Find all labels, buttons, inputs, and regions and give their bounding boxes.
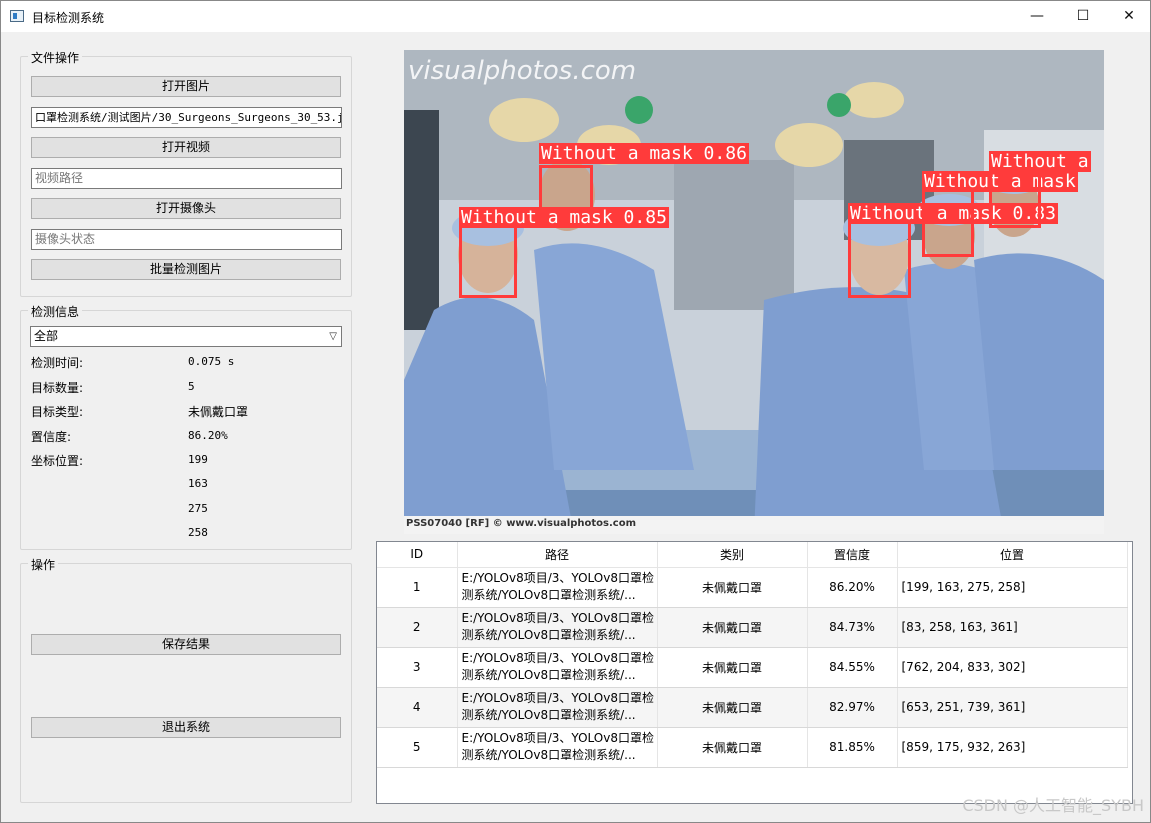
cell-path-line2: 测系统/YOLOv8口罩检测系统/... [461, 668, 636, 682]
detection-label: Without a mask 0.85 [459, 207, 669, 228]
cell-path-line2: 测系统/YOLOv8口罩检测系统/... [461, 628, 636, 642]
header-path[interactable]: 路径 [457, 542, 658, 568]
exit-button[interactable]: 退出系统 [31, 717, 341, 738]
title-bar: 目标检测系统 — ☐ ✕ [1, 1, 1150, 32]
cell-path-line2: 测系统/YOLOv8口罩检测系统/... [461, 748, 636, 762]
cell-position: [199, 163, 275, 258] [897, 567, 1128, 608]
pos-ymax: 258 [188, 526, 208, 539]
cell-id: 1 [377, 567, 458, 608]
save-result-button[interactable]: 保存结果 [31, 634, 341, 655]
maximize-button[interactable]: ☐ [1060, 1, 1106, 32]
cell-class: 未佩戴口罩 [657, 727, 808, 768]
chevron-down-icon: ▽ [329, 331, 337, 342]
detection-label: Without a [989, 151, 1091, 172]
window-title: 目标检测系统 [32, 11, 105, 25]
table-row[interactable]: 5 E:/YOLOv8项目/3、YOLOv8口罩检 测系统/YOLOv8口罩检测系… [377, 727, 1128, 768]
cell-id: 2 [377, 607, 458, 648]
target-select-value: 全部 [34, 329, 59, 343]
cell-class: 未佩戴口罩 [657, 607, 808, 648]
detection-label: Without a mask 0.86 [539, 143, 749, 164]
operations-title: 操作 [28, 556, 59, 573]
close-button[interactable]: ✕ [1106, 1, 1151, 32]
cell-path-line1: E:/YOLOv8项目/3、YOLOv8口罩检 [461, 571, 654, 585]
detect-info-title: 检测信息 [28, 303, 83, 320]
minimize-button[interactable]: — [1014, 1, 1060, 32]
cell-path: E:/YOLOv8项目/3、YOLOv8口罩检 测系统/YOLOv8口罩检测系统/… [457, 647, 658, 688]
camera-status-input[interactable]: 摄像头状态 [31, 229, 342, 250]
cell-class: 未佩戴口罩 [657, 687, 808, 728]
cell-path-line1: E:/YOLOv8项目/3、YOLOv8口罩检 [461, 611, 654, 625]
file-ops-title: 文件操作 [28, 49, 83, 66]
count-value: 5 [188, 380, 195, 393]
type-value: 未佩戴口罩 [188, 405, 249, 419]
header-class[interactable]: 类别 [657, 542, 808, 568]
table-row[interactable]: 4 E:/YOLOv8项目/3、YOLOv8口罩检 测系统/YOLOv8口罩检测系… [377, 687, 1128, 728]
table-row[interactable]: 1 E:/YOLOv8项目/3、YOLOv8口罩检 测系统/YOLOv8口罩检测系… [377, 567, 1128, 608]
detection-image: visualphotos.com PSS07040 [RF] © www.vis… [404, 50, 1104, 534]
csdn-watermark: CSDN @人工智能_SYBH [962, 796, 1144, 815]
table-row[interactable]: 2 E:/YOLOv8项目/3、YOLOv8口罩检 测系统/YOLOv8口罩检测系… [377, 607, 1128, 648]
pos-xmax: 275 [188, 502, 208, 515]
cell-position: [83, 258, 163, 361] [897, 607, 1128, 648]
count-label: 目标数量: [31, 381, 84, 395]
cell-path: E:/YOLOv8项目/3、YOLOv8口罩检 测系统/YOLOv8口罩检测系统/… [457, 607, 658, 648]
cell-position: [762, 204, 833, 302] [897, 647, 1128, 688]
time-value: 0.075 s [188, 355, 235, 368]
main-window: 目标检测系统 — ☐ ✕ 文件操作 打开图片 口罩检测系统/测试图片/30_Su… [0, 0, 1151, 823]
pos-xmin: 199 [188, 453, 208, 466]
detection-box [922, 181, 974, 257]
open-video-button[interactable]: 打开视频 [31, 137, 341, 158]
target-select[interactable]: 全部 ▽ [30, 326, 342, 347]
cell-path: E:/YOLOv8项目/3、YOLOv8口罩检 测系统/YOLOv8口罩检测系统/… [457, 687, 658, 728]
cell-class: 未佩戴口罩 [657, 567, 808, 608]
pos-label: 坐标位置: [31, 454, 84, 468]
cell-path: E:/YOLOv8项目/3、YOLOv8口罩检 测系统/YOLOv8口罩检测系统/… [457, 727, 658, 768]
cell-confidence: 84.73% [807, 607, 898, 648]
cell-path-line1: E:/YOLOv8项目/3、YOLOv8口罩检 [461, 651, 654, 665]
cell-path-line2: 测系统/YOLOv8口罩检测系统/... [461, 708, 636, 722]
header-id[interactable]: ID [377, 542, 458, 568]
cell-confidence: 82.97% [807, 687, 898, 728]
cell-path-line1: E:/YOLOv8项目/3、YOLOv8口罩检 [461, 691, 654, 705]
results-table[interactable]: ID 路径 类别 置信度 位置 1 E:/YOLOv8项目/3、YOLOv8口罩… [376, 541, 1133, 804]
cell-id: 3 [377, 647, 458, 688]
cell-path-line1: E:/YOLOv8项目/3、YOLOv8口罩检 [461, 731, 654, 745]
cell-position: [653, 251, 739, 361] [897, 687, 1128, 728]
cell-path-line2: 测系统/YOLOv8口罩检测系统/... [461, 588, 636, 602]
photo-caption: PSS07040 [RF] © www.visualphotos.com [406, 518, 637, 529]
conf-value: 86.20% [188, 429, 228, 442]
type-label: 目标类型: [31, 405, 84, 419]
table-header: ID 路径 类别 置信度 位置 [377, 542, 1128, 568]
cell-confidence: 81.85% [807, 727, 898, 768]
image-path-input[interactable]: 口罩检测系统/测试图片/30_Surgeons_Surgeons_30_53.j… [31, 107, 342, 128]
photo-watermark: visualphotos.com [408, 56, 637, 86]
cell-confidence: 84.55% [807, 647, 898, 688]
detection-box [848, 212, 911, 298]
cell-path: E:/YOLOv8项目/3、YOLOv8口罩检 测系统/YOLOv8口罩检测系统/… [457, 567, 658, 608]
batch-detect-button[interactable]: 批量检测图片 [31, 259, 341, 280]
table-row[interactable]: 3 E:/YOLOv8项目/3、YOLOv8口罩检 测系统/YOLOv8口罩检测系… [377, 647, 1128, 688]
cell-id: 5 [377, 727, 458, 768]
time-label: 检测时间: [31, 356, 84, 370]
open-image-button[interactable]: 打开图片 [31, 76, 341, 97]
cell-class: 未佩戴口罩 [657, 647, 808, 688]
cell-id: 4 [377, 687, 458, 728]
cell-confidence: 86.20% [807, 567, 898, 608]
detection-box [459, 218, 517, 298]
video-path-input[interactable]: 视频路径 [31, 168, 342, 189]
header-position[interactable]: 位置 [897, 542, 1128, 568]
conf-label: 置信度: [31, 430, 72, 444]
app-icon [10, 10, 24, 22]
operations-group: 操作 [20, 556, 352, 803]
cell-position: [859, 175, 932, 263] [897, 727, 1128, 768]
header-confidence[interactable]: 置信度 [807, 542, 898, 568]
open-camera-button[interactable]: 打开摄像头 [31, 198, 341, 219]
pos-ymin: 163 [188, 477, 208, 490]
